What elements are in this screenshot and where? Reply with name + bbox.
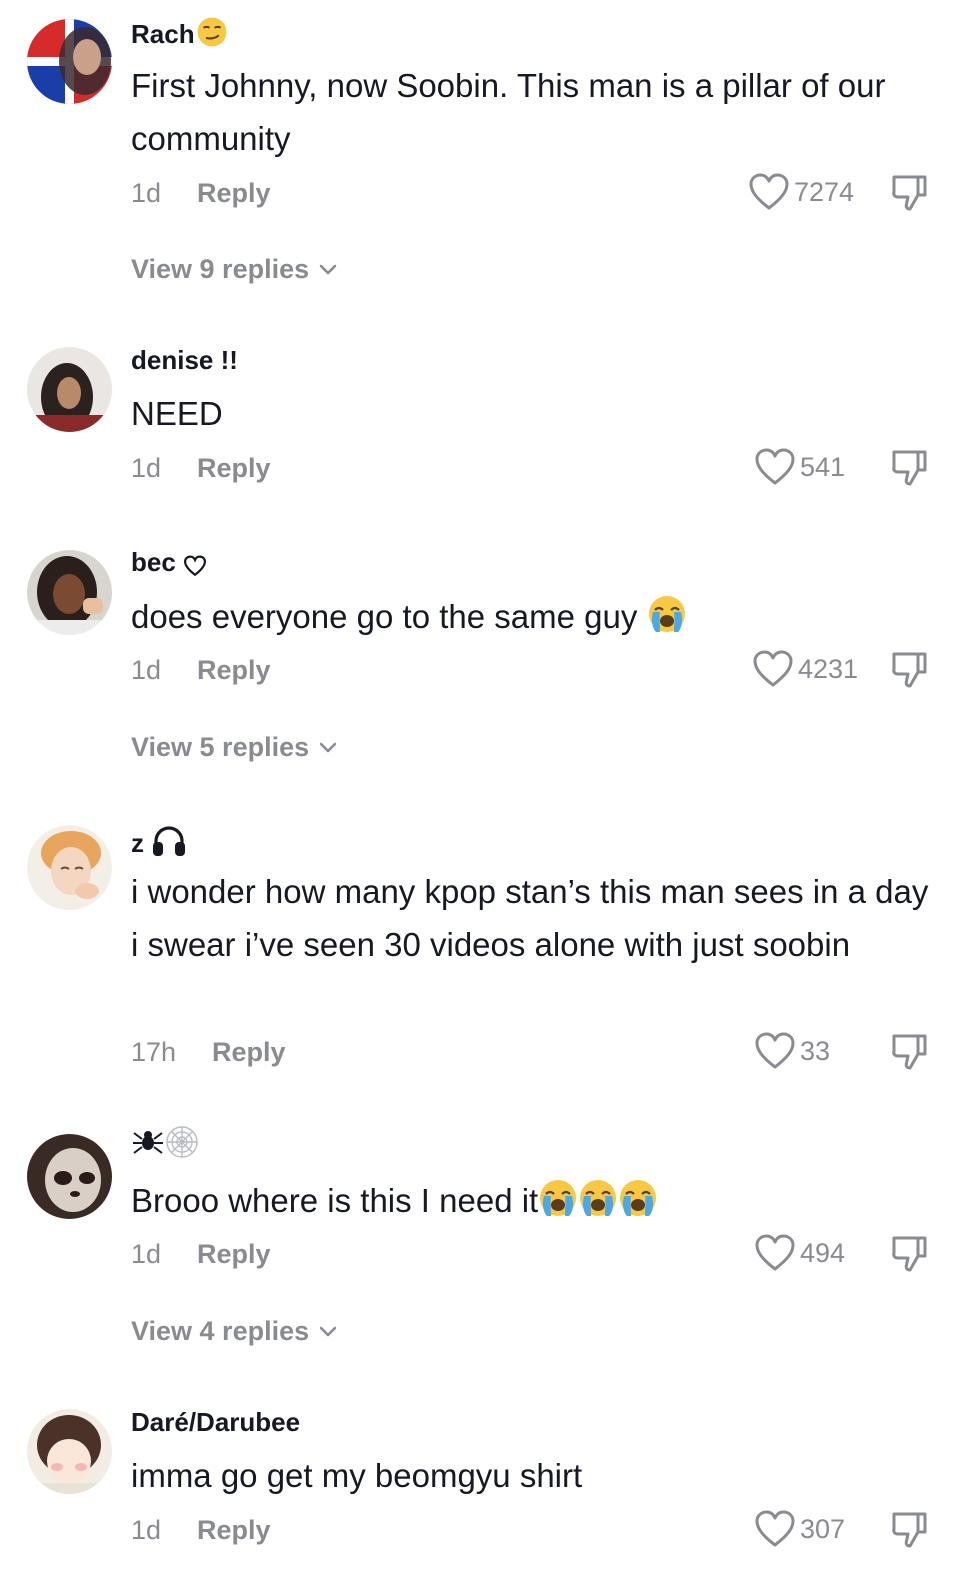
comment-time: 17h [131, 1037, 177, 1067]
comment-time: 1d [131, 453, 162, 483]
like-button[interactable]: 494 [754, 1233, 845, 1273]
reply-button[interactable]: Reply [197, 1237, 271, 1271]
avatar[interactable] [27, 550, 112, 635]
username[interactable]: bec [131, 546, 207, 578]
like-button[interactable]: 307 [754, 1509, 845, 1549]
avatar[interactable] [27, 347, 112, 432]
loudly-crying-emoji-icon [647, 594, 687, 634]
like-button[interactable]: 541 [754, 447, 845, 487]
view-replies-button[interactable]: View 9 replies [131, 252, 339, 286]
reply-button[interactable]: Reply [197, 653, 271, 687]
avatar[interactable] [27, 19, 112, 104]
comment-time: 1d [131, 655, 162, 685]
like-count: 4231 [798, 654, 859, 684]
reply-button[interactable]: Reply [197, 1513, 271, 1547]
dislike-button[interactable] [888, 1508, 930, 1550]
spider-icon [131, 1125, 165, 1159]
spider-web-icon [165, 1125, 199, 1159]
dislike-button[interactable] [888, 1030, 930, 1072]
avatar[interactable] [27, 1134, 112, 1219]
comment-text: i wonder how many kpop stan’s this man s… [131, 873, 929, 963]
like-count: 33 [800, 1036, 831, 1066]
like-count: 541 [800, 452, 846, 482]
heart-icon [754, 447, 796, 487]
thumbs-down-icon [888, 446, 930, 488]
like-button[interactable]: 4231 [752, 649, 858, 689]
heart-icon [752, 649, 794, 689]
thumbs-down-icon [888, 1508, 930, 1550]
thumbs-down-icon [888, 648, 930, 690]
like-count: 494 [800, 1238, 846, 1268]
thumbs-down-icon [888, 1030, 930, 1072]
comment-text: Brooo where is this I need it [131, 1174, 931, 1227]
loudly-crying-emoji-icon [578, 1178, 618, 1218]
username[interactable]: Rach [131, 15, 229, 50]
thumbs-down-icon [888, 171, 930, 213]
heart-icon [754, 1509, 796, 1549]
username[interactable]: z [131, 824, 187, 859]
dislike-button[interactable] [888, 1232, 930, 1274]
like-button[interactable]: 33 [754, 1031, 830, 1071]
avatar[interactable] [27, 1409, 112, 1494]
chevron-down-icon [317, 736, 339, 758]
loudly-crying-emoji-icon [618, 1178, 658, 1218]
heart-icon [754, 1031, 796, 1071]
dislike-button[interactable] [888, 648, 930, 690]
chevron-down-icon [317, 258, 339, 280]
like-button[interactable]: 7274 [748, 172, 854, 212]
comment-text: NEED [131, 395, 223, 432]
heart-icon [748, 172, 790, 212]
comment-time: 1d [131, 1515, 162, 1545]
heart-outline-icon [183, 555, 207, 577]
username[interactable] [131, 1125, 199, 1160]
view-replies-button[interactable]: View 5 replies [131, 730, 339, 764]
comment-time: 1d [131, 1239, 162, 1269]
username[interactable]: Daré/Darubee [131, 1406, 300, 1438]
comment-time: 1d [131, 178, 162, 208]
reply-button[interactable]: Reply [197, 176, 271, 210]
chevron-down-icon [317, 1320, 339, 1342]
reply-button[interactable]: Reply [197, 451, 271, 485]
comment-text: does everyone go to the same guy [131, 590, 931, 643]
loudly-crying-emoji-icon [538, 1178, 578, 1218]
username[interactable]: denise !! [131, 344, 238, 376]
dislike-button[interactable] [888, 171, 930, 213]
smirk-emoji-icon [195, 15, 229, 49]
like-count: 7274 [794, 177, 855, 207]
heart-icon [754, 1233, 796, 1273]
headphones-icon [151, 824, 187, 858]
comment-text: imma go get my beomgyu shirt [131, 1457, 583, 1494]
thumbs-down-icon [888, 1232, 930, 1274]
like-count: 307 [800, 1514, 846, 1544]
reply-button[interactable]: Reply [212, 1035, 286, 1069]
dislike-button[interactable] [888, 446, 930, 488]
view-replies-button[interactable]: View 4 replies [131, 1314, 339, 1348]
avatar[interactable] [27, 825, 112, 910]
comment-text: First Johnny, now Soobin. This man is a … [131, 67, 886, 157]
